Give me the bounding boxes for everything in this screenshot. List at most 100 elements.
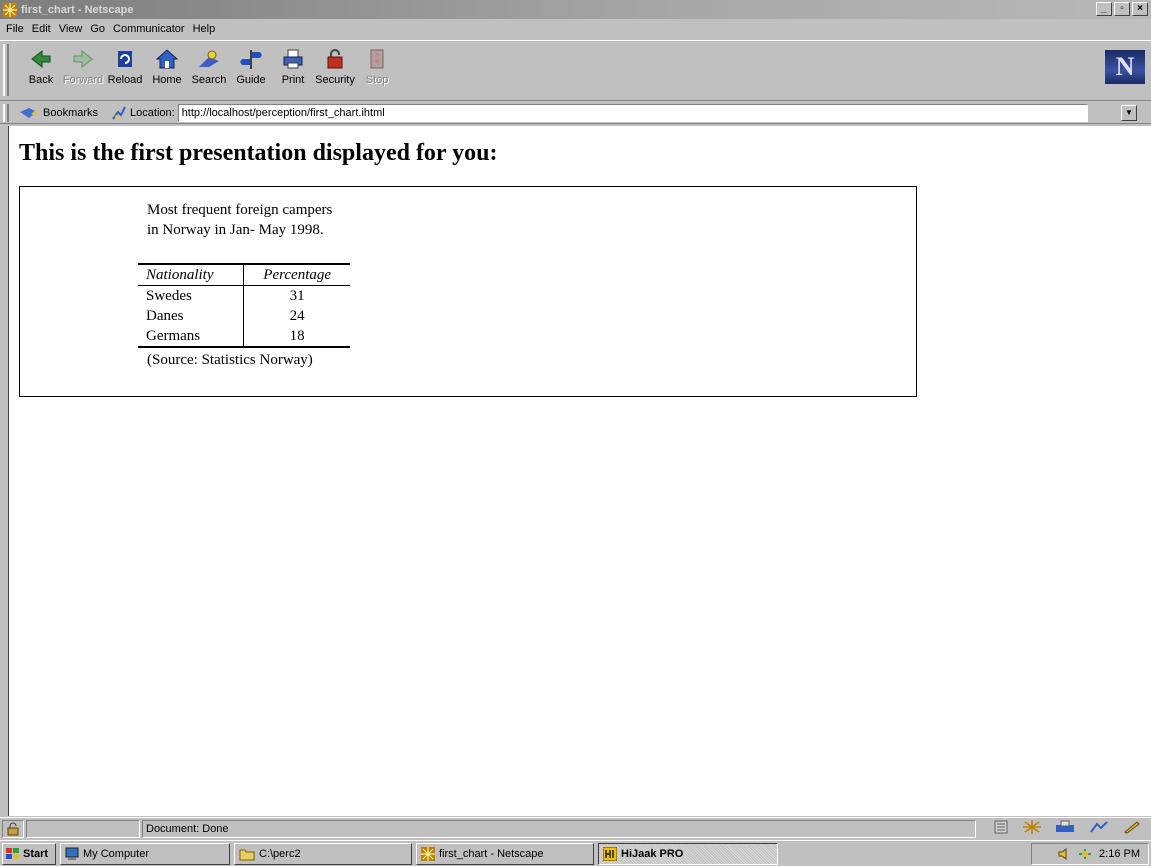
presentation-frame: Most frequent foreign campers in Norway … bbox=[19, 186, 917, 397]
url-dropdown-button[interactable]: ▼ bbox=[1121, 105, 1137, 121]
table-caption-line1: Most frequent foreign campers bbox=[147, 202, 333, 218]
reload-label: Reload bbox=[107, 74, 143, 86]
print-button[interactable]: Print bbox=[272, 47, 314, 91]
home-button[interactable]: Home bbox=[146, 47, 188, 91]
search-button[interactable]: Search bbox=[188, 47, 230, 91]
menu-file[interactable]: File bbox=[4, 23, 30, 35]
location-toolbar: Bookmarks Location: http://localhost/per… bbox=[0, 102, 1151, 124]
page-viewport[interactable]: This is the first presentation displayed… bbox=[8, 126, 1151, 816]
cell-nationality: Danes bbox=[138, 306, 245, 326]
netscape-logo[interactable]: N bbox=[1105, 50, 1145, 84]
start-button[interactable]: Start bbox=[2, 842, 56, 865]
system-tray: 2:16 PM bbox=[1031, 843, 1149, 865]
cell-nationality: Germans bbox=[138, 326, 245, 348]
hijaak-icon bbox=[603, 846, 617, 861]
window-title: first_chart - Netscape bbox=[21, 3, 134, 16]
forward-label: Forward bbox=[62, 74, 104, 86]
netscape-app-icon bbox=[3, 2, 17, 17]
cell-percentage: 31 bbox=[289, 288, 305, 304]
back-arrow-icon bbox=[31, 49, 51, 69]
stop-button[interactable]: Stop bbox=[356, 47, 398, 91]
column-header-nationality: Nationality bbox=[138, 263, 245, 286]
menu-edit[interactable]: Edit bbox=[30, 23, 57, 35]
home-icon bbox=[155, 49, 179, 69]
clock[interactable]: 2:16 PM bbox=[1099, 848, 1140, 860]
back-label: Back bbox=[28, 74, 54, 86]
task-label: first_chart - Netscape bbox=[439, 847, 544, 860]
page-heading: This is the first presentation displayed… bbox=[19, 140, 498, 166]
bookmarks-icon bbox=[20, 107, 37, 118]
status-bar: Document: Done bbox=[0, 817, 1151, 839]
reload-button[interactable]: Reload bbox=[104, 47, 146, 91]
bookmarks-button[interactable]: Bookmarks bbox=[19, 106, 98, 120]
lock-status-icon bbox=[7, 822, 19, 835]
menu-communicator[interactable]: Communicator bbox=[111, 23, 191, 35]
table-row: Swedes 31 bbox=[138, 285, 350, 306]
minimize-button[interactable]: _ bbox=[1096, 2, 1112, 16]
printer-icon bbox=[283, 49, 303, 69]
location-grip[interactable] bbox=[3, 103, 9, 122]
table-caption-line2: in Norway in Jan- May 1998. bbox=[147, 222, 324, 238]
network-icon[interactable] bbox=[1077, 847, 1093, 861]
print-label: Print bbox=[281, 74, 305, 86]
toolbar-grip[interactable] bbox=[3, 44, 9, 96]
home-label: Home bbox=[152, 74, 182, 86]
reload-icon bbox=[118, 51, 132, 67]
back-button[interactable]: Back bbox=[20, 47, 62, 91]
guide-label: Guide bbox=[236, 74, 266, 86]
security-button[interactable]: Security bbox=[314, 47, 356, 91]
cell-percentage: 18 bbox=[243, 326, 350, 348]
forward-arrow-icon bbox=[73, 49, 93, 69]
stop-label: Stop bbox=[365, 74, 389, 86]
cell-nationality: Swedes bbox=[138, 285, 245, 306]
campers-table: Nationality Percentage Swedes 31 Danes 2… bbox=[138, 263, 350, 348]
forward-button[interactable]: Forward bbox=[62, 47, 104, 91]
menu-bar: File Edit View Go Communicator Help bbox=[0, 19, 1151, 38]
start-label: Start bbox=[23, 847, 49, 860]
padlock-icon bbox=[327, 49, 343, 69]
progress-cell bbox=[26, 819, 140, 838]
status-text: Document: Done bbox=[142, 819, 976, 838]
stop-icon bbox=[370, 49, 384, 69]
bookmarks-label: Bookmarks bbox=[43, 106, 99, 119]
title-bar: first_chart - Netscape _ ▫ × bbox=[0, 0, 1151, 19]
folder-icon bbox=[239, 849, 255, 860]
menu-go[interactable]: Go bbox=[88, 23, 111, 35]
table-row: Germans 18 bbox=[138, 326, 350, 348]
guide-icon bbox=[240, 50, 262, 69]
menu-help[interactable]: Help bbox=[191, 23, 222, 35]
task-label: C:\perc2 bbox=[259, 847, 301, 860]
mail-component-icon[interactable] bbox=[1023, 820, 1041, 834]
task-folder-perc2[interactable]: C:\perc2 bbox=[234, 842, 412, 865]
close-button[interactable]: × bbox=[1132, 2, 1148, 16]
location-icon bbox=[112, 106, 126, 120]
search-icon bbox=[199, 50, 219, 67]
task-label: HiJaak PRO bbox=[621, 847, 684, 860]
volume-icon[interactable] bbox=[1057, 847, 1071, 861]
url-field[interactable]: http://localhost/perception/first_chart.… bbox=[177, 103, 1088, 122]
source-note: (Source: Statistics Norway) bbox=[147, 352, 313, 368]
task-my-computer[interactable]: My Computer bbox=[60, 842, 230, 865]
location-label: Location: bbox=[130, 106, 175, 119]
computer-icon bbox=[65, 847, 79, 860]
composer-component-icon[interactable] bbox=[1089, 820, 1109, 834]
task-netscape[interactable]: first_chart - Netscape bbox=[416, 842, 594, 865]
task-hijaak-pro[interactable]: HiJaak PRO bbox=[598, 842, 778, 865]
security-label: Security bbox=[315, 74, 355, 86]
maximize-button[interactable]: ▫ bbox=[1114, 2, 1130, 16]
guide-button[interactable]: Guide bbox=[230, 47, 272, 91]
pen-component-icon[interactable] bbox=[1123, 820, 1141, 834]
menu-view[interactable]: View bbox=[57, 23, 89, 35]
windows-logo-icon bbox=[6, 847, 19, 859]
navigation-toolbar: Back Forward Reload Home Search Guide Pr… bbox=[0, 40, 1151, 101]
table-header-row: Nationality Percentage bbox=[138, 263, 350, 286]
navigator-component-icon[interactable] bbox=[993, 820, 1009, 834]
taskbar: Start My Computer C:\perc2 first_chart -… bbox=[0, 840, 1151, 866]
table-row: Danes 24 bbox=[138, 306, 350, 326]
search-label: Search bbox=[191, 74, 227, 86]
column-header-percentage: Percentage bbox=[243, 263, 350, 286]
netscape-task-icon bbox=[421, 846, 435, 861]
security-status-cell[interactable] bbox=[2, 819, 24, 838]
newsgroups-component-icon[interactable] bbox=[1055, 820, 1075, 834]
task-label: My Computer bbox=[83, 847, 150, 860]
